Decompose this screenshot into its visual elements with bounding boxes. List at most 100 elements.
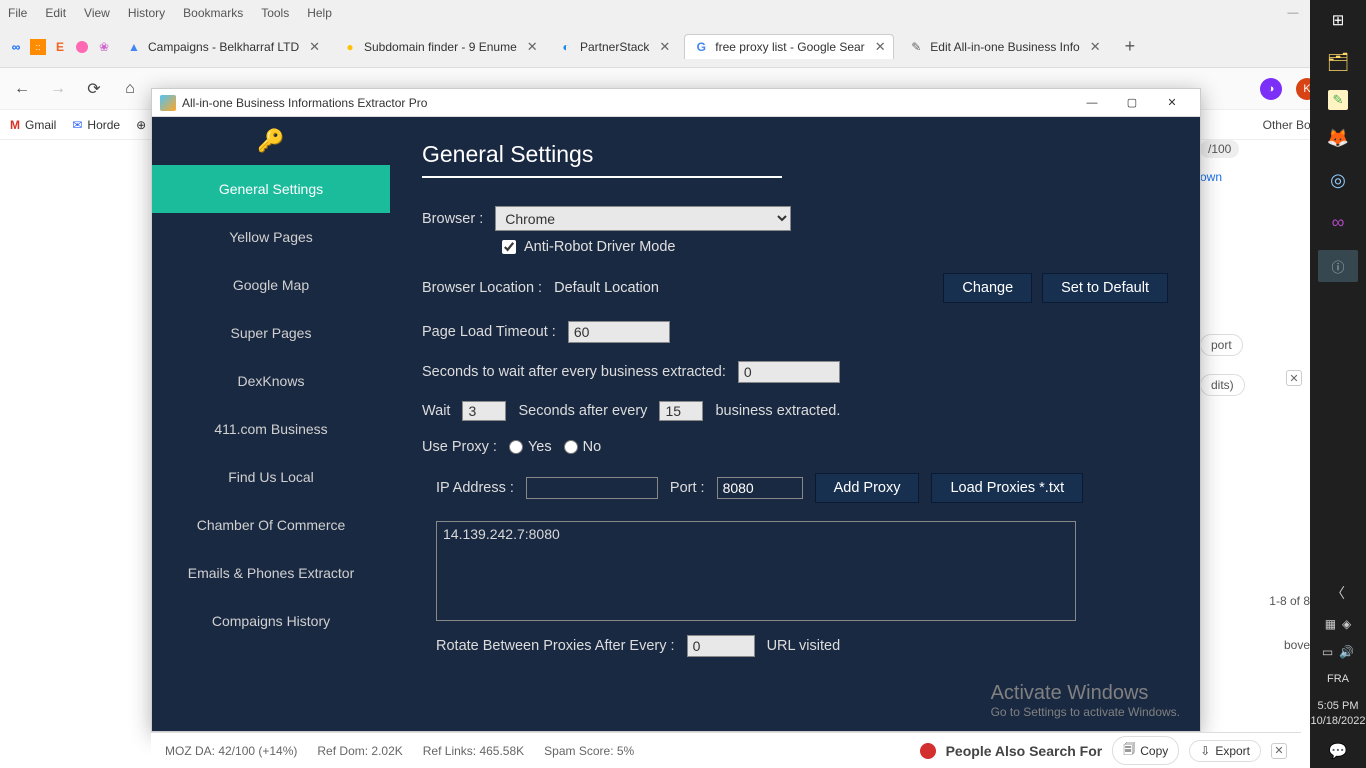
new-tab-button[interactable]: + [1115, 36, 1146, 57]
sidebar-item-general[interactable]: General Settings [152, 165, 390, 213]
tab-google-search[interactable]: G free proxy list - Google Sear ✕ [684, 34, 894, 59]
orange-icon[interactable]: :: [30, 39, 46, 55]
lotus-icon[interactable]: ❀ [96, 39, 112, 55]
etsy-icon[interactable]: E [52, 39, 68, 55]
proxy-no-radio[interactable] [564, 440, 578, 454]
use-proxy-label: Use Proxy : [422, 439, 497, 455]
bookmark-horde[interactable]: ✉Horde [72, 118, 120, 132]
reflinks-text: Ref Links: 465.58K [423, 744, 524, 758]
clock[interactable]: 5:05 PM10/18/2022 [1310, 699, 1365, 728]
home-icon[interactable]: ⌂ [118, 80, 142, 98]
google-icon: G [693, 39, 709, 55]
wifi-icon[interactable]: ◈ [1342, 617, 1351, 631]
load-proxies-button[interactable]: Load Proxies *.txt [931, 473, 1083, 503]
own-link[interactable]: own [1200, 170, 1310, 184]
battery-icon[interactable]: ▭ [1322, 645, 1333, 659]
sidebar-item-finduslocal[interactable]: Find Us Local [152, 453, 390, 501]
browser-label: Browser : [422, 211, 483, 227]
tab-edit-business[interactable]: ✎ Edit All-in-one Business Info ✕ [900, 35, 1108, 59]
app-titlebar[interactable]: All-in-one Business Informations Extract… [152, 89, 1200, 117]
pink-icon[interactable] [74, 39, 90, 55]
notes-icon[interactable]: ✎ [1328, 90, 1348, 110]
tray-icons[interactable]: ▦◈ [1325, 617, 1352, 631]
meta-icon[interactable]: ∞ [8, 39, 24, 55]
sidebar-item-chamber[interactable]: Chamber Of Commerce [152, 501, 390, 549]
close-icon[interactable]: ✕ [1286, 370, 1302, 386]
set-default-button[interactable]: Set to Default [1042, 273, 1168, 303]
menu-bookmarks[interactable]: Bookmarks [183, 6, 243, 20]
every-input[interactable] [659, 401, 703, 421]
dits-pill: dits) [1200, 374, 1245, 396]
tray-chevron-icon[interactable]: 〈 [1331, 583, 1345, 603]
status-strip: MOZ DA: 42/100 (+14%) Ref Dom: 2.02K Ref… [151, 732, 1301, 768]
rotate-input[interactable] [687, 635, 755, 657]
proxy-yes-radio[interactable] [509, 440, 523, 454]
sidebar-item-superpages[interactable]: Super Pages [152, 309, 390, 357]
reload-icon[interactable]: ⟳ [82, 79, 106, 99]
sidebar-item-googlemap[interactable]: Google Map [152, 261, 390, 309]
add-proxy-button[interactable]: Add Proxy [815, 473, 920, 503]
tab-close-icon[interactable]: ✕ [659, 39, 670, 55]
close-icon[interactable]: ✕ [1271, 743, 1287, 759]
sidebar-item-dexknows[interactable]: DexKnows [152, 357, 390, 405]
tab-campaigns[interactable]: ▲ Campaigns - Belkharraf LTD ✕ [118, 35, 328, 59]
tab-close-icon[interactable]: ✕ [309, 39, 320, 55]
extension-icon[interactable]: ◑ [1260, 78, 1282, 100]
sidebar-item-411[interactable]: 411.com Business [152, 405, 390, 453]
start-icon[interactable]: ⊞ [1324, 6, 1352, 34]
sidebar-item-yellowpages[interactable]: Yellow Pages [152, 213, 390, 261]
extractor-app-icon[interactable]: ⓘ [1318, 250, 1358, 282]
language-indicator[interactable]: FRA [1327, 673, 1349, 685]
explorer-icon[interactable]: 🗂 [1324, 48, 1352, 76]
menu-edit[interactable]: Edit [45, 6, 66, 20]
bookmark-globe[interactable]: ⊕ [136, 118, 146, 132]
change-button[interactable]: Change [943, 273, 1032, 303]
menu-help[interactable]: Help [307, 6, 332, 20]
minimize-icon[interactable]: — [1287, 7, 1298, 20]
back-icon[interactable]: ← [10, 80, 34, 98]
browser-select[interactable]: Chrome [495, 206, 791, 231]
menu-view[interactable]: View [84, 6, 110, 20]
wait-after-label: Seconds to wait after every business ext… [422, 364, 726, 380]
copy-button[interactable]: 🗐 Copy [1112, 736, 1179, 765]
port-input[interactable] [717, 477, 803, 499]
ip-input[interactable] [526, 477, 658, 499]
wait-after-input[interactable] [738, 361, 840, 383]
port-pill[interactable]: port✕ [1200, 334, 1243, 356]
tab-close-icon[interactable]: ✕ [875, 39, 886, 55]
proxy-list[interactable]: 14.139.242.7:8080 [436, 521, 1076, 621]
notifications-icon[interactable]: 💬 [1329, 742, 1348, 760]
menu-file[interactable]: File [8, 6, 27, 20]
business-extracted-label: business extracted. [715, 403, 840, 419]
tab-close-icon[interactable]: ✕ [527, 39, 538, 55]
background-panel: /100 own port✕ dits) 1-8 of 8 bove [1200, 140, 1310, 652]
network-icon[interactable]: ▦ [1325, 617, 1336, 631]
url-visited-label: URL visited [767, 638, 841, 654]
menu-history[interactable]: History [128, 6, 165, 20]
tab-close-icon[interactable]: ✕ [1090, 39, 1101, 55]
menu-tools[interactable]: Tools [261, 6, 289, 20]
browser-menu-bar: File Edit View History Bookmarks Tools H… [0, 0, 1366, 26]
firefox-icon[interactable]: 🦊 [1324, 124, 1352, 152]
tab-partnerstack[interactable]: ◐ PartnerStack ✕ [550, 35, 678, 59]
tray-icons-2[interactable]: ▭🔊 [1322, 645, 1354, 659]
forward-icon[interactable]: → [46, 80, 70, 98]
export-button[interactable]: ⇩ Export [1189, 740, 1261, 762]
tab-subdomain[interactable]: ● Subdomain finder - 9 Enume ✕ [334, 35, 544, 59]
timeout-input[interactable] [568, 321, 670, 343]
tabs-bar: ∞ :: E ❀ ▲ Campaigns - Belkharraf LTD ✕ … [0, 26, 1366, 68]
sidebar-item-campaigns[interactable]: Compaigns History [152, 597, 390, 645]
app-a-icon[interactable]: ◎ [1324, 166, 1352, 194]
app-close-icon[interactable]: ✕ [1152, 89, 1192, 117]
people-search-title: People Also Search For [946, 743, 1103, 759]
volume-icon[interactable]: 🔊 [1339, 645, 1354, 659]
wait-input[interactable] [462, 401, 506, 421]
bookmark-gmail[interactable]: MGmail [10, 118, 56, 132]
score-badge: /100 [1200, 140, 1239, 158]
anti-robot-checkbox[interactable] [502, 240, 516, 254]
spam-text: Spam Score: 5% [544, 744, 634, 758]
visualstudio-icon[interactable]: ∞ [1324, 208, 1352, 236]
sidebar-item-emails[interactable]: Emails & Phones Extractor [152, 549, 390, 597]
app-maximize-icon[interactable]: ▢ [1112, 89, 1152, 117]
app-minimize-icon[interactable]: — [1072, 89, 1112, 117]
